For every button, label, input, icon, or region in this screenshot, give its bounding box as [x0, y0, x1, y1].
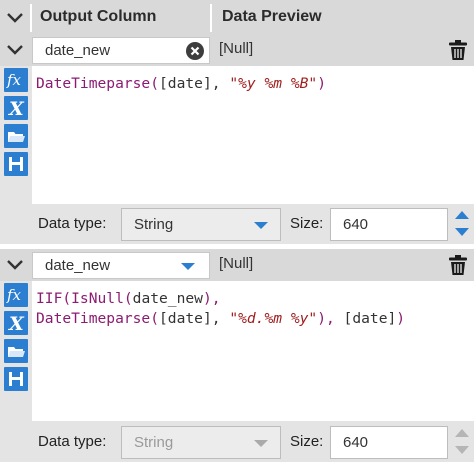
variable-x-icon[interactable]: X — [4, 311, 28, 335]
chevron-down-icon — [254, 222, 268, 229]
clear-icon[interactable] — [186, 42, 204, 60]
size-value: 640 — [343, 216, 369, 233]
data-preview-header: Data Preview — [222, 8, 322, 25]
data-type-label: Data type: — [38, 215, 107, 232]
row-footer: Data type: String Size: 640 — [32, 204, 474, 244]
chevron-down-icon[interactable] — [4, 9, 26, 27]
expression-editor[interactable]: IIF(IsNull(date_new), DateTimeparse([date… — [32, 281, 474, 421]
chevron-down-icon[interactable] — [4, 256, 26, 274]
chevron-down-icon[interactable] — [4, 41, 26, 59]
trash-icon[interactable] — [448, 254, 468, 276]
size-input[interactable]: 640 — [330, 426, 448, 459]
data-type-label: Data type: — [38, 433, 107, 450]
expression-token: ), — [202, 290, 221, 307]
expression-token: ) — [317, 75, 326, 92]
column-header: Output Column Data Preview — [0, 0, 474, 34]
formula-row-header: date_new [Null] — [0, 249, 474, 281]
data-type-value: String — [134, 216, 174, 233]
save-icon[interactable] — [4, 367, 28, 391]
arrow-up-icon[interactable] — [455, 429, 469, 437]
function-fx-icon[interactable]: fx — [4, 283, 28, 307]
expression-toolbar: fx X — [4, 68, 28, 180]
size-label: Size: — [290, 433, 324, 450]
size-stepper[interactable] — [452, 426, 470, 459]
expression-token: DateTimeparse( — [36, 75, 160, 92]
chevron-down-icon — [254, 440, 268, 447]
svg-text:fx: fx — [6, 286, 22, 304]
expression-token: DateTimeparse( — [36, 310, 160, 327]
expression-token: ), — [317, 310, 344, 327]
function-fx-icon[interactable]: fx — [4, 68, 28, 92]
expression-token: [date], — [159, 75, 230, 92]
svg-text:fx: fx — [6, 71, 22, 89]
expression-token: [date], — [159, 310, 230, 327]
arrow-down-icon[interactable] — [455, 228, 469, 236]
expression-token: "%d.%m %y" — [229, 310, 318, 327]
expression-line: DateTimeparse([date], "%y %m %B") — [36, 74, 474, 94]
data-type-select[interactable]: String — [121, 426, 281, 459]
data-type-value: String — [134, 434, 174, 451]
arrow-down-icon[interactable] — [455, 446, 469, 454]
row-footer: Data type: String Size: 640 — [32, 422, 474, 462]
expression-line: DateTimeparse([date], "%d.%m %y"), [date… — [36, 309, 474, 329]
svg-text:X: X — [8, 313, 25, 335]
data-preview-value: [Null] — [219, 40, 254, 57]
expression-toolbar: fx X — [4, 283, 28, 395]
header-divider — [30, 4, 32, 32]
data-type-select[interactable]: String — [121, 208, 281, 241]
output-column-name-input[interactable]: date_new — [32, 37, 210, 64]
output-column-header: Output Column — [40, 8, 157, 25]
size-label: Size: — [290, 215, 324, 232]
size-stepper[interactable] — [452, 208, 470, 241]
folder-open-icon[interactable] — [4, 339, 28, 363]
variable-x-icon[interactable]: X — [4, 96, 28, 120]
folder-open-icon[interactable] — [4, 124, 28, 148]
arrow-up-icon[interactable] — [455, 211, 469, 219]
output-column-name-value: date_new — [45, 257, 111, 274]
expression-token: [date] — [343, 310, 397, 327]
expression-token: ) — [396, 310, 406, 327]
chevron-down-icon — [181, 263, 195, 270]
expression-token: "%y %m %B" — [229, 75, 318, 92]
expression-token: date_new — [132, 290, 203, 307]
trash-icon[interactable] — [448, 39, 468, 61]
svg-text:X: X — [8, 98, 25, 120]
expression-token: IIF(IsNull( — [36, 290, 133, 307]
expression-editor[interactable]: DateTimeparse([date], "%y %m %B") — [32, 66, 474, 204]
output-column-name-dropdown[interactable]: date_new — [32, 252, 210, 279]
data-preview-value: [Null] — [219, 255, 254, 272]
size-input[interactable]: 640 — [330, 208, 448, 241]
header-divider — [210, 4, 212, 32]
output-column-name-value: date_new — [45, 42, 111, 59]
formula-row-header: date_new [Null] — [0, 34, 474, 66]
size-value: 640 — [343, 434, 369, 451]
expression-line: IIF(IsNull(date_new), — [36, 289, 474, 309]
formula-panel: fx X DateTimeparse([date], "%y %m %B") D… — [0, 66, 474, 244]
save-icon[interactable] — [4, 152, 28, 176]
formula-panel: fx X IIF(IsNull(date_new), DateTimeparse(… — [0, 281, 474, 462]
